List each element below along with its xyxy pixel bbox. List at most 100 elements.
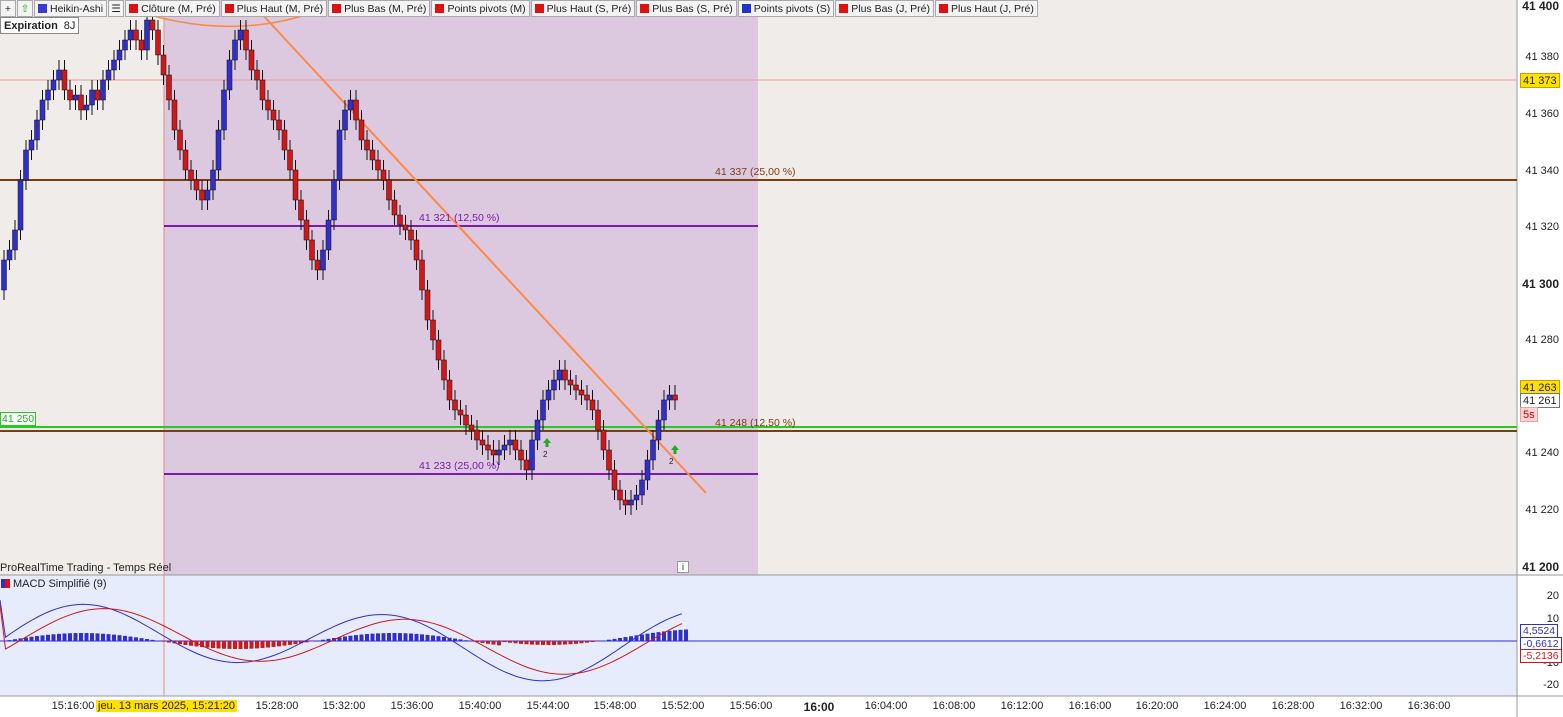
candle-body <box>177 129 183 151</box>
candle-body <box>50 79 57 91</box>
candle-body <box>490 449 497 456</box>
candle-body <box>567 379 574 386</box>
candle-body <box>534 419 541 441</box>
macd-bar <box>623 637 628 641</box>
candle-body <box>12 229 18 251</box>
macd-bar <box>321 639 325 641</box>
add-icon[interactable]: + <box>0 0 16 17</box>
candle-body <box>479 439 486 446</box>
reference-price-tag: 41 373 <box>1520 73 1560 88</box>
candle-body <box>358 119 365 141</box>
toolbar-item-points-pivots-m[interactable]: Points pivots (M) <box>431 0 530 17</box>
toolbar-item-plus-haut-j[interactable]: Plus Haut (J, Pré) <box>935 0 1038 17</box>
macd-bar <box>524 641 529 645</box>
candle-body <box>254 69 260 81</box>
candle-body <box>562 369 568 381</box>
candle-body <box>672 394 678 401</box>
macd-bar <box>117 635 122 641</box>
macd-bar <box>480 641 485 643</box>
candle-body <box>259 79 266 101</box>
macd-bar <box>436 636 441 641</box>
time-tick: 15:52:00 <box>661 700 705 712</box>
time-tick: 16:32:00 <box>1339 700 1383 712</box>
time-tick: 15:28:00 <box>255 700 299 712</box>
candle-body <box>529 439 535 471</box>
indicator-color-icon <box>332 4 342 13</box>
candle-body <box>122 39 128 51</box>
candle-body <box>485 444 491 451</box>
toolbar-item-plus-bas-s[interactable]: Plus Bas (S, Pré) <box>636 0 737 17</box>
candle-body <box>463 414 469 426</box>
toolbar-item-points-pivots-s[interactable]: Points pivots (S) <box>737 0 835 17</box>
indicator-color-icon <box>939 4 949 13</box>
candle-body <box>248 49 255 71</box>
level-label-green: 41 250 <box>0 412 37 426</box>
price-chart[interactable] <box>0 0 1563 717</box>
time-tick: 16:36:00 <box>1407 700 1451 712</box>
macd-bar <box>579 641 584 644</box>
macd-bar <box>563 641 567 645</box>
time-tick: 16:08:00 <box>932 700 976 712</box>
candle-body <box>210 169 216 191</box>
toolbar-item-plus-bas-j[interactable]: Plus Bas (J, Pré) <box>835 0 935 17</box>
candle-body <box>430 319 436 341</box>
indicator-color-icon <box>435 4 445 13</box>
toolbar-item-cloture-m[interactable]: Clôture (M, Pré) <box>125 0 220 17</box>
candle-body <box>221 89 227 131</box>
macd-bar <box>376 633 380 641</box>
macd-bar <box>546 641 551 645</box>
candle-body <box>666 394 673 401</box>
candle-body <box>56 69 62 81</box>
candle-body <box>644 459 651 481</box>
macd-bar <box>46 634 50 641</box>
price-tick: 41 340 <box>1525 165 1559 177</box>
candle-body <box>28 139 35 151</box>
macd-bar <box>381 633 386 641</box>
candle-body <box>204 189 211 201</box>
expiration-value: 8J <box>63 19 76 32</box>
candle-body <box>320 249 326 271</box>
toolbar-item-plus-bas-m[interactable]: Plus Bas (M, Pré) <box>328 0 431 17</box>
candle-body <box>468 424 475 431</box>
candle-body <box>397 214 403 226</box>
macd-bar <box>370 633 375 641</box>
macd-bar <box>513 641 518 644</box>
toolbar-item-heikin-ashi[interactable]: Heikin-Ashi <box>34 0 108 17</box>
macd-bar <box>574 641 578 644</box>
macd-bar <box>453 638 457 641</box>
macd-bar <box>150 639 155 641</box>
macd-bar <box>62 633 67 641</box>
candle-body <box>523 459 530 471</box>
price-tick: 41 200 <box>1522 560 1559 574</box>
macd-bar <box>40 635 45 641</box>
candle-body <box>171 99 178 131</box>
candle-body <box>149 19 156 31</box>
macd-bar <box>13 639 17 641</box>
candle-body <box>611 469 618 491</box>
up-arrow-icon[interactable]: ⇧ <box>17 0 33 17</box>
macd-tick: 20 <box>1546 590 1559 602</box>
candle-body <box>23 149 29 181</box>
macd-bar <box>414 633 419 641</box>
highlight-zone <box>164 0 758 575</box>
macd-bar <box>343 636 347 641</box>
macd-bar <box>233 641 237 649</box>
toolbar-item-plus-haut-m[interactable]: Plus Haut (M, Pré) <box>220 0 328 17</box>
macd-bar <box>128 636 133 641</box>
info-icon[interactable]: i <box>677 561 689 573</box>
candle-body <box>633 494 640 501</box>
toolbar-item-plus-haut-s[interactable]: Plus Haut (S, Pré) <box>530 0 636 17</box>
price-tick: 41 300 <box>1522 277 1559 291</box>
time-tick: 16:28:00 <box>1271 700 1315 712</box>
macd-panel-title[interactable]: MACD Simplifié (9) <box>0 577 107 590</box>
macd-bar <box>486 641 490 644</box>
macd-bar <box>95 633 100 641</box>
menu-icon[interactable]: ☰ <box>108 0 125 17</box>
macd-bar <box>678 629 683 641</box>
indicator-color-icon <box>640 4 650 13</box>
expiration-badge[interactable]: Expiration 8J <box>0 17 80 34</box>
macd-bar <box>458 639 463 641</box>
macd-bar <box>431 635 435 641</box>
macd-bar <box>645 633 650 641</box>
macd-bar <box>425 634 430 641</box>
